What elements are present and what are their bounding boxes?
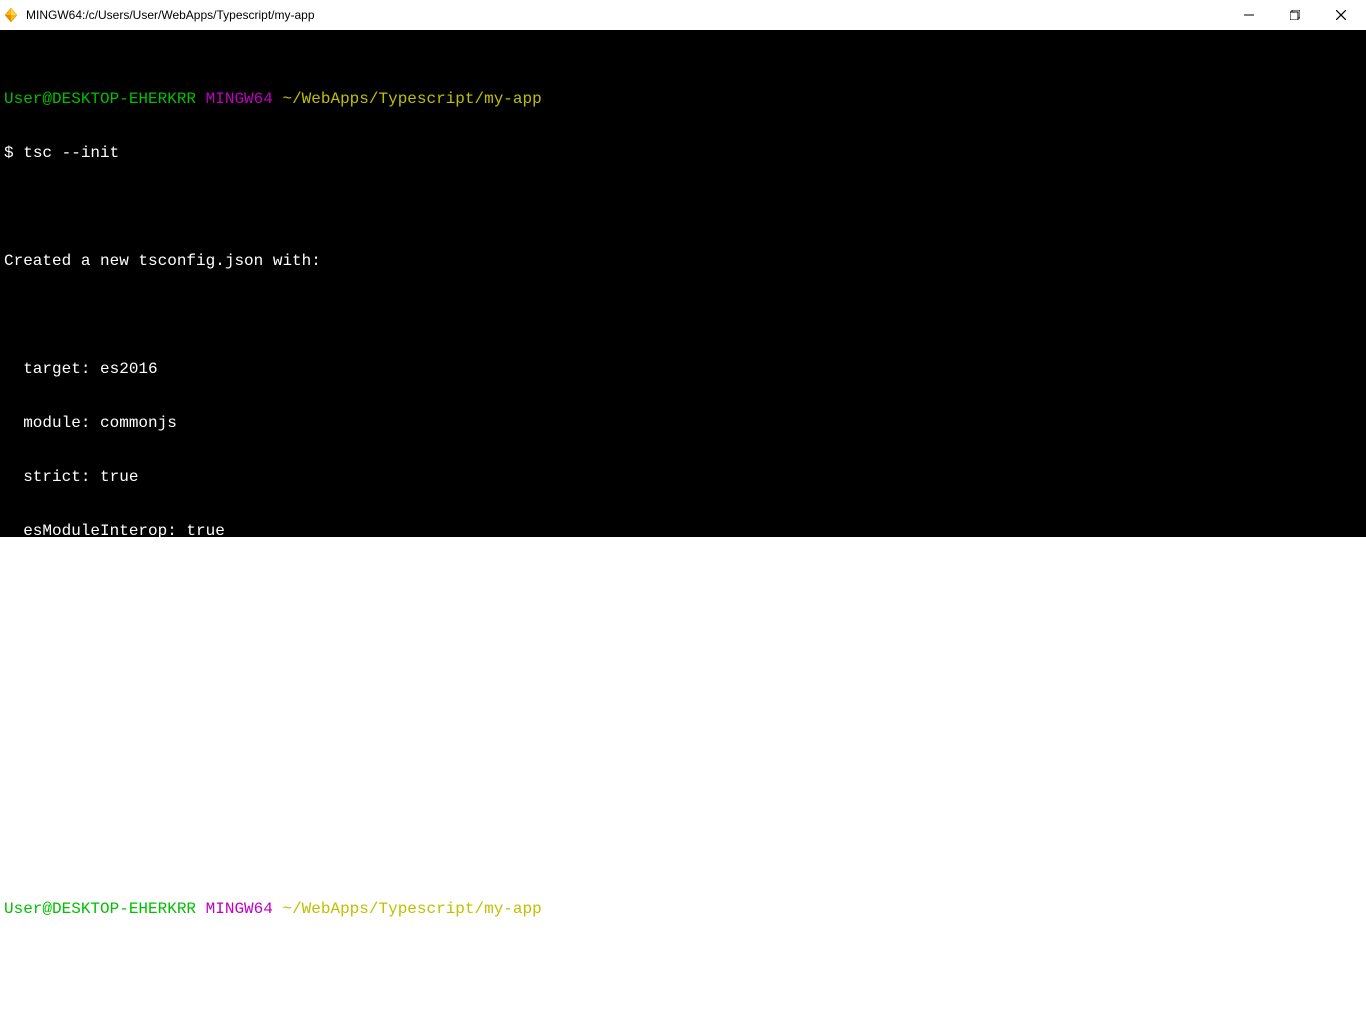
output-setting: skipLibCheck: true [4, 572, 1362, 599]
window-title: MINGW64:/c/Users/User/WebApps/Typescript… [26, 8, 1226, 22]
output-setting: esModuleInterop: true [4, 518, 1362, 545]
close-button[interactable] [1318, 0, 1364, 30]
prompt-line: User@DESKTOP-EHERKRR MINGW64 ~/WebApps/T… [4, 86, 1362, 113]
cursor [25, 953, 27, 973]
terminal[interactable]: User@DESKTOP-EHERKRR MINGW64 ~/WebApps/T… [0, 30, 1366, 537]
prompt-env: MINGW64 [206, 900, 273, 918]
output-setting: module: commonjs [4, 410, 1362, 437]
app-icon [2, 6, 20, 24]
prompt-path: ~/WebApps/Typescript/my-app [282, 900, 541, 918]
output-setting: forceConsistentCasingInFileNames: true [4, 626, 1362, 653]
prompt-line: User@DESKTOP-EHERKRR MINGW64 ~/WebApps/T… [4, 896, 1362, 923]
output-footer: You can learn more at https://aka.ms/tsc… [4, 788, 1362, 815]
prompt-env: MINGW64 [206, 90, 273, 108]
output-header: Created a new tsconfig.json with: [4, 248, 1362, 275]
command-text: tsc --init [23, 144, 119, 162]
prompt-user: User@DESKTOP-EHERKRR [4, 900, 196, 918]
prompt-path: ~/WebApps/Typescript/my-app [282, 90, 541, 108]
window-title-bar: MINGW64:/c/Users/User/WebApps/Typescript… [0, 0, 1366, 30]
prompt-symbol: $ [4, 954, 14, 972]
maximize-button[interactable] [1272, 0, 1318, 30]
command-line: $ [4, 950, 1362, 977]
prompt-user: User@DESKTOP-EHERKRR [4, 90, 196, 108]
minimize-button[interactable] [1226, 0, 1272, 30]
output-setting: target: es2016 [4, 356, 1362, 383]
terminal-content: User@DESKTOP-EHERKRR MINGW64 ~/WebApps/T… [4, 59, 1362, 1004]
window-controls [1226, 0, 1364, 30]
command-line: $ tsc --init [4, 140, 1362, 167]
prompt-symbol: $ [4, 144, 14, 162]
output-setting: strict: true [4, 464, 1362, 491]
